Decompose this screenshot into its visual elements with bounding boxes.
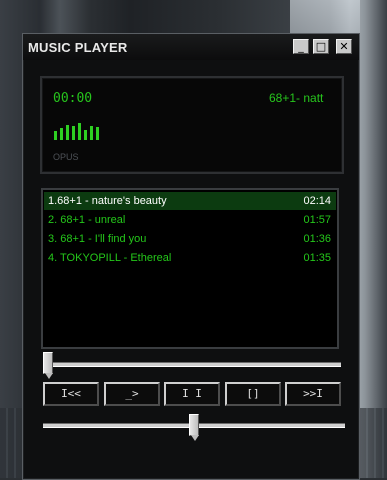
now-playing-display: 00:00 68+1- natt OPUS [40, 76, 344, 174]
visualizer-bar [78, 123, 81, 140]
playlist-row[interactable]: 2. 68+1 - unreal 01:57 [44, 211, 336, 229]
track-duration: 01:35 [303, 252, 331, 264]
track-name: 1.68+1 - nature's beauty [48, 195, 167, 207]
track-marquee: 68+1- natt [269, 91, 324, 105]
title-bar[interactable]: MUSIC PLAYER _ □ ✕ [23, 34, 359, 60]
codec-label: OPUS [53, 152, 79, 162]
playlist-row[interactable]: 4. TOKYOPILL - Ethereal 01:35 [44, 249, 336, 267]
visualizer-bar [66, 125, 69, 140]
visualizer-bar [96, 127, 99, 140]
playlist-row[interactable]: 3. 68+1 - I'll find you 01:36 [44, 230, 336, 248]
play-button[interactable]: _> [104, 382, 160, 406]
track-name: 3. 68+1 - I'll find you [48, 233, 147, 245]
audio-visualizer [54, 122, 114, 140]
minimize-button[interactable]: _ [293, 39, 309, 54]
music-player-window: MUSIC PLAYER _ □ ✕ 00:00 68+1- natt OPUS… [22, 33, 360, 480]
playlist-row[interactable]: 1.68+1 - nature's beauty 02:14 [44, 192, 336, 210]
track-duration: 01:36 [303, 233, 331, 245]
window-title: MUSIC PLAYER [28, 40, 128, 55]
transport-controls: I<< _> I I [] >>I [43, 382, 343, 406]
playlist[interactable]: 1.68+1 - nature's beauty 02:14 2. 68+1 - u… [41, 188, 339, 349]
previous-button[interactable]: I<< [43, 382, 99, 406]
visualizer-bar [72, 126, 75, 140]
visualizer-bar [60, 128, 63, 140]
volume-slider-thumb[interactable] [189, 414, 199, 441]
pause-button[interactable]: I I [164, 382, 220, 406]
stop-button[interactable]: [] [225, 382, 281, 406]
track-duration: 01:57 [303, 214, 331, 226]
visualizer-bar [90, 126, 93, 140]
seek-slider-track[interactable] [43, 362, 341, 367]
next-button[interactable]: >>I [285, 382, 341, 406]
visualizer-bar [84, 130, 87, 140]
maximize-button[interactable]: □ [313, 39, 329, 54]
visualizer-bar [54, 131, 57, 140]
close-button[interactable]: ✕ [336, 39, 352, 54]
seek-slider-thumb[interactable] [43, 352, 53, 379]
track-name: 2. 68+1 - unreal [48, 214, 126, 226]
elapsed-time: 00:00 [53, 91, 93, 106]
track-name: 4. TOKYOPILL - Ethereal [48, 252, 172, 264]
track-duration: 02:14 [303, 195, 331, 207]
